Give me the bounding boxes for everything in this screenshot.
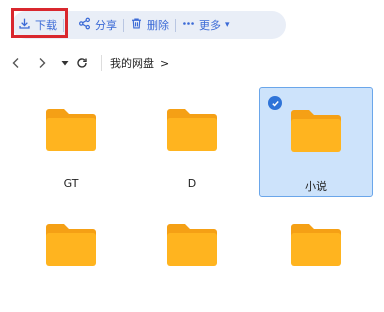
folder-label: GT: [63, 177, 79, 190]
caret-down-icon: [61, 61, 69, 66]
caret-down-icon: ▾: [225, 20, 230, 30]
folder-item-selected[interactable]: 小说: [259, 87, 373, 197]
folder-item[interactable]: [135, 202, 249, 312]
share-label: 分享: [95, 19, 117, 32]
folder-label: D: [187, 177, 197, 190]
breadcrumb-root[interactable]: 我的网盘: [110, 55, 154, 71]
breadcrumb-chevron-icon: >: [160, 56, 170, 70]
refresh-icon: [77, 58, 87, 68]
folder-icon: [167, 224, 217, 266]
more-dots-icon: [182, 17, 195, 33]
delete-button[interactable]: 删除: [124, 11, 175, 39]
folder-item[interactable]: GT: [14, 87, 128, 197]
breadcrumb: 我的网盘 >: [110, 55, 169, 71]
folder-label: 小说: [305, 180, 327, 193]
folder-icon: [46, 109, 96, 151]
checkmark-icon[interactable]: [268, 96, 282, 110]
back-button[interactable]: [6, 53, 26, 73]
more-button[interactable]: 更多 ▾: [176, 11, 236, 39]
folder-icon: [291, 224, 341, 266]
nav-divider: [101, 55, 102, 71]
refresh-button[interactable]: [72, 53, 92, 73]
folder-grid: GT D 小说: [0, 82, 384, 281]
more-label: 更多: [199, 19, 221, 32]
folder-item[interactable]: D: [135, 87, 249, 197]
highlight-annotation: [11, 8, 68, 38]
chevron-right-icon: [39, 58, 46, 68]
folder-item[interactable]: [14, 202, 128, 312]
folder-item[interactable]: [259, 202, 373, 312]
navigation-bar: [0, 50, 384, 76]
share-icon: [78, 17, 91, 33]
folder-icon: [167, 109, 217, 151]
delete-label: 删除: [147, 19, 169, 32]
trash-icon: [130, 17, 143, 33]
share-button[interactable]: 分享: [72, 11, 123, 39]
chevron-left-icon: [12, 58, 19, 68]
folder-icon: [46, 224, 96, 266]
folder-icon: [291, 110, 341, 152]
forward-button[interactable]: [32, 53, 52, 73]
